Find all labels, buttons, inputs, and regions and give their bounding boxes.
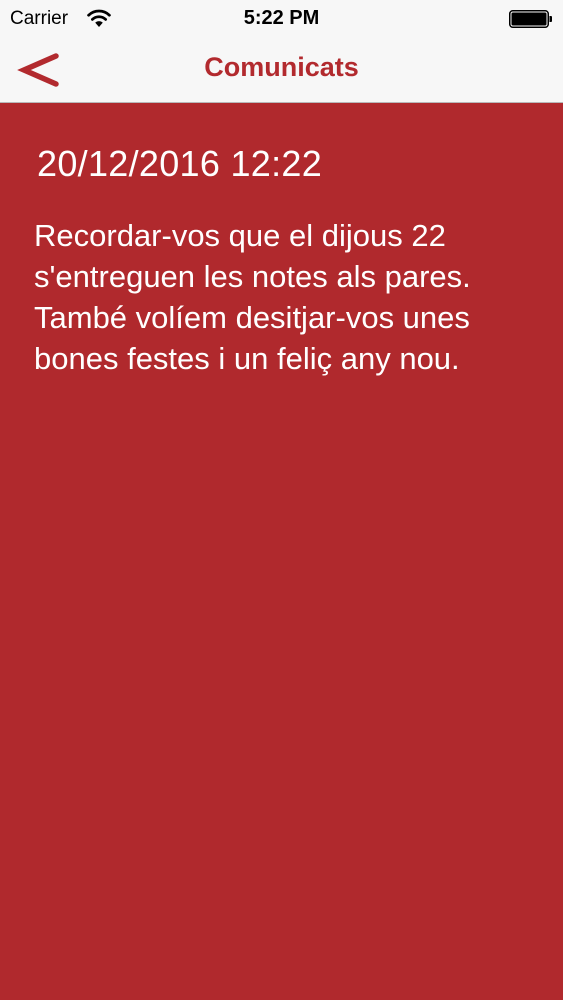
navigation-bar: Comunicats: [0, 40, 563, 103]
status-time: 5:22 PM: [243, 7, 320, 29]
screen: Carrier 5:22 PM Comunicats 20/12/2016 12…: [0, 0, 563, 1000]
message-body: Recordar-vos que el dijous 22 s'entregue…: [34, 218, 471, 376]
page-title: Comunicats: [204, 52, 359, 82]
message-date: 20/12/2016 12:22: [37, 143, 323, 184]
message-detail: 20/12/2016 12:22 Recordar-vos que el dij…: [0, 103, 563, 1000]
battery-full-icon: [509, 10, 552, 28]
status-bar: Carrier 5:22 PM: [0, 0, 563, 40]
